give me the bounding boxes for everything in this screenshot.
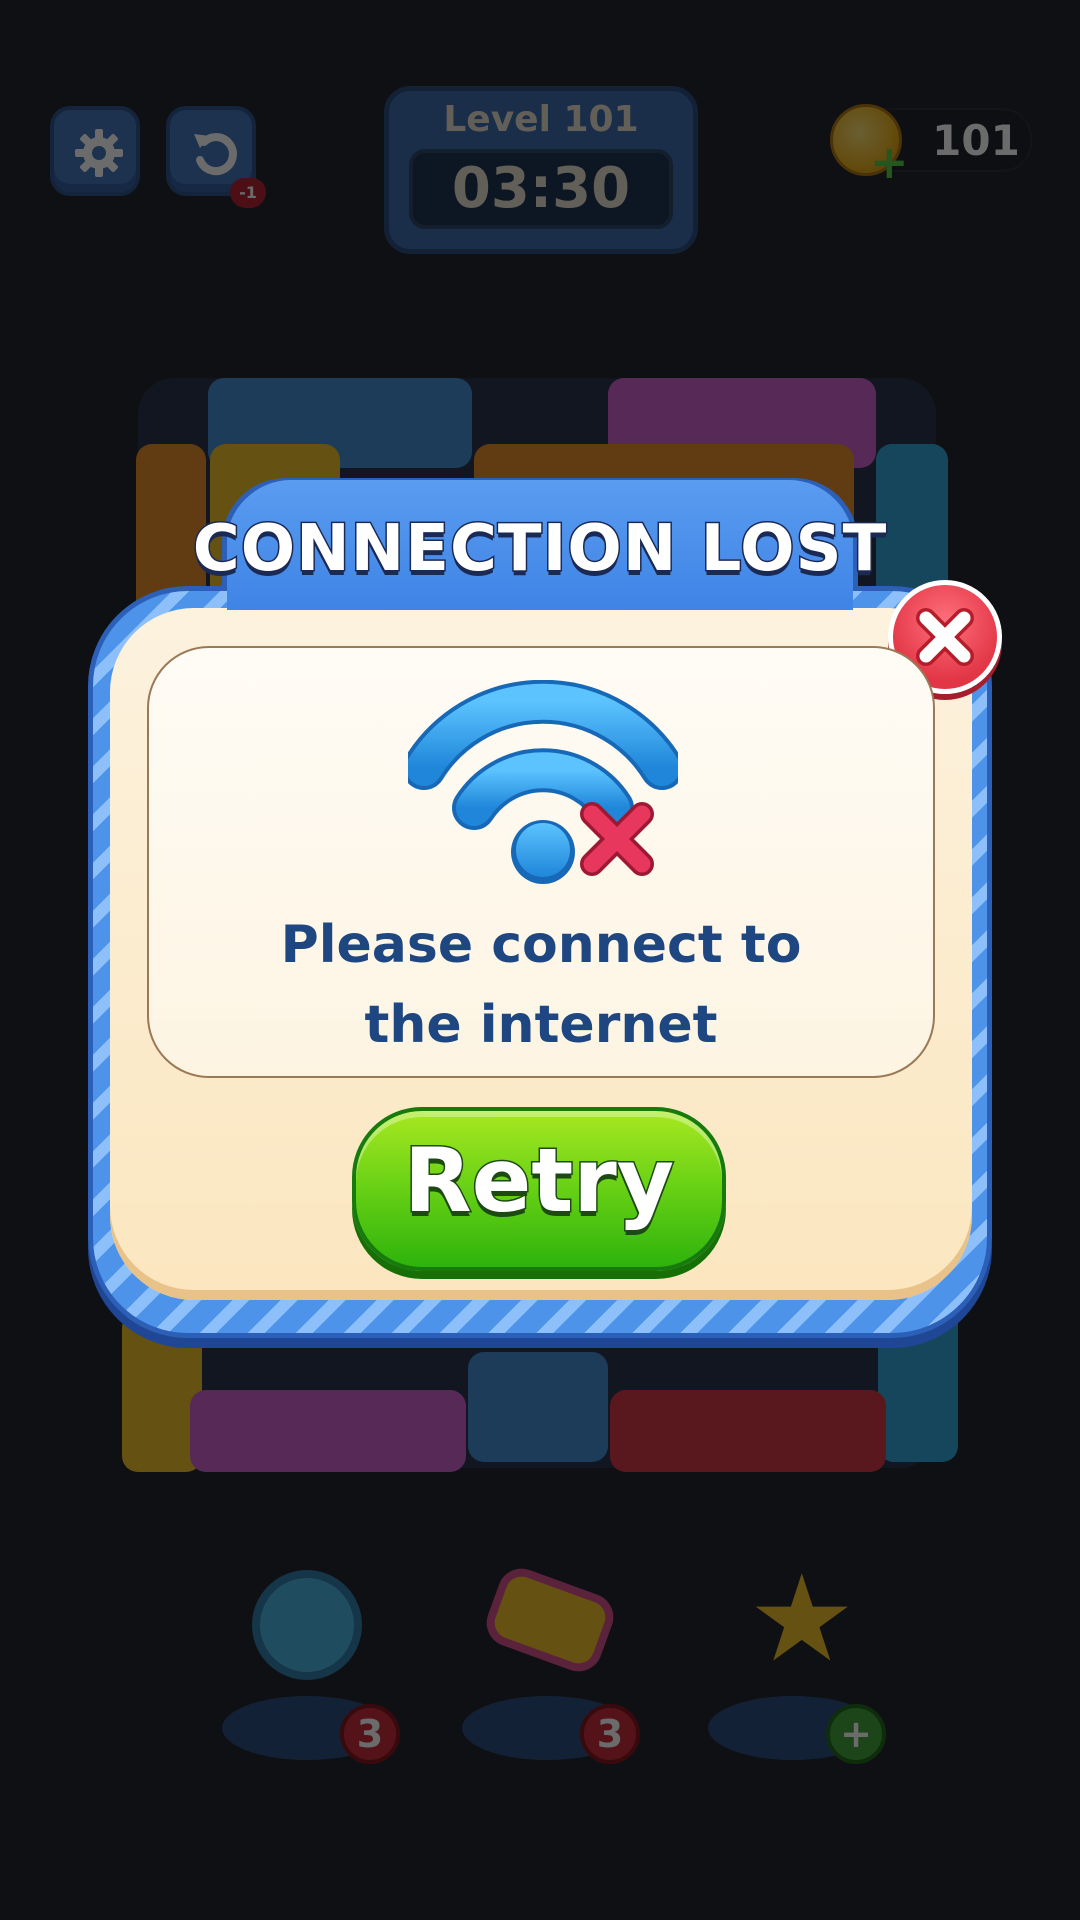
- connection-lost-dialog: CONNECTION LOST Please connect to the in…: [0, 0, 1080, 1920]
- message-line-1: Please connect to: [280, 915, 802, 975]
- dialog-title: CONNECTION LOST: [191, 511, 888, 588]
- wifi-off-icon: [402, 679, 684, 890]
- retry-button[interactable]: Retry: [352, 1107, 726, 1271]
- message-line-2: the internet: [364, 995, 718, 1055]
- dialog-message: Please connect to the internet: [147, 905, 935, 1065]
- retry-label: Retry: [402, 1128, 675, 1234]
